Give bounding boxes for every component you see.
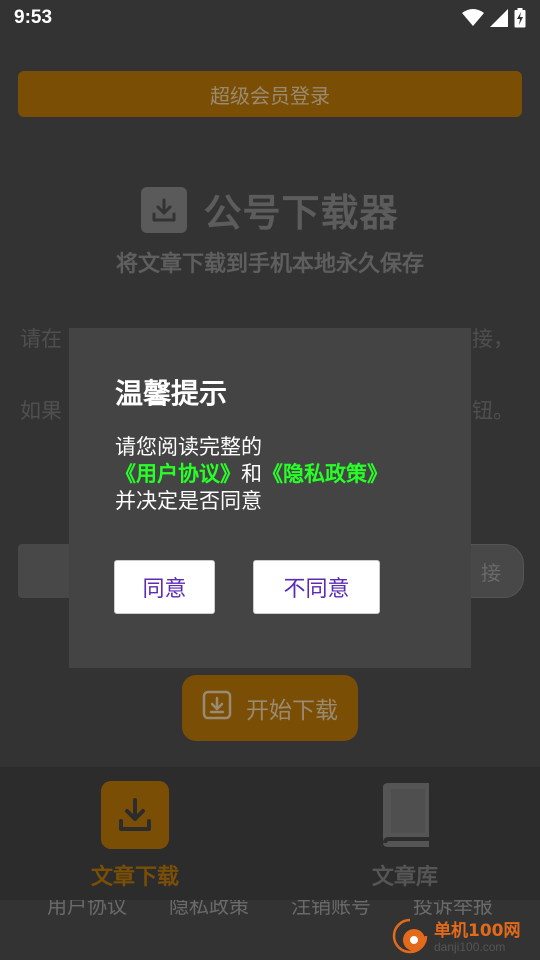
- agree-button[interactable]: 同意: [114, 560, 215, 614]
- status-icons: [462, 8, 526, 28]
- user-agreement-link[interactable]: 《用户协议》: [115, 462, 241, 486]
- watermark-cn: 单机100网: [434, 920, 521, 941]
- download-icon: [202, 690, 232, 726]
- download-app-icon: [141, 186, 188, 233]
- watermark-en: danji100.com: [434, 939, 506, 954]
- instruction-line-2-start: 如果: [20, 399, 62, 423]
- nav-item-article-download[interactable]: 文章下载: [0, 767, 270, 900]
- vip-login-label: 超级会员登录: [210, 83, 330, 108]
- app-subtitle: 将文章下载到手机本地永久保存: [115, 252, 424, 277]
- start-download-button[interactable]: 开始下载: [182, 675, 358, 741]
- wifi-icon: [462, 9, 484, 27]
- cell-signal-icon: [490, 9, 508, 27]
- disagree-label: 不同意: [283, 577, 350, 602]
- dialog-body-prefix: 请您阅读完整的: [115, 435, 262, 459]
- bottom-nav: 文章下载 文章库: [0, 767, 540, 900]
- dialog-title: 温馨提示: [115, 377, 228, 410]
- privacy-consent-dialog: 温馨提示 请您阅读完整的 《用户协议》和《隐私政策》 并决定是否同意 同意 不同…: [69, 328, 471, 668]
- agree-label: 同意: [142, 577, 187, 602]
- app-title: 公号下载器: [203, 191, 399, 235]
- site-watermark: 单机100网 danji100.com: [390, 916, 540, 960]
- dialog-body: 请您阅读完整的 《用户协议》和《隐私政策》 并决定是否同意: [115, 434, 455, 515]
- start-download-label: 开始下载: [246, 698, 338, 724]
- dialog-body-suffix: 并决定是否同意: [115, 489, 262, 513]
- privacy-policy-link[interactable]: 《隐私政策》: [262, 462, 388, 486]
- status-time: 9:53: [14, 7, 53, 28]
- disagree-button[interactable]: 不同意: [253, 560, 380, 614]
- nav-label-article-download: 文章下载: [90, 865, 179, 890]
- nav-item-article-library[interactable]: 文章库: [270, 767, 540, 900]
- dialog-conjunction: 和: [241, 462, 262, 486]
- dialog-links-line: 《用户协议》和《隐私政策》: [115, 461, 455, 488]
- nav-label-article-library: 文章库: [371, 865, 438, 890]
- instruction-line-1-start: 请在: [20, 327, 62, 351]
- download-tray-icon: [101, 781, 169, 849]
- book-icon: [371, 781, 439, 849]
- vip-login-button[interactable]: 超级会员登录: [18, 71, 522, 117]
- instruction-line-1-end: 接，: [472, 327, 514, 351]
- brand-header: 公号下载器: [0, 182, 540, 237]
- paste-link-label: 接: [481, 560, 501, 585]
- battery-charging-icon: [514, 8, 526, 28]
- status-bar: 9:53: [0, 0, 540, 36]
- instruction-line-2-end: 钮。: [472, 399, 514, 423]
- watermark-logo-icon: [390, 916, 430, 960]
